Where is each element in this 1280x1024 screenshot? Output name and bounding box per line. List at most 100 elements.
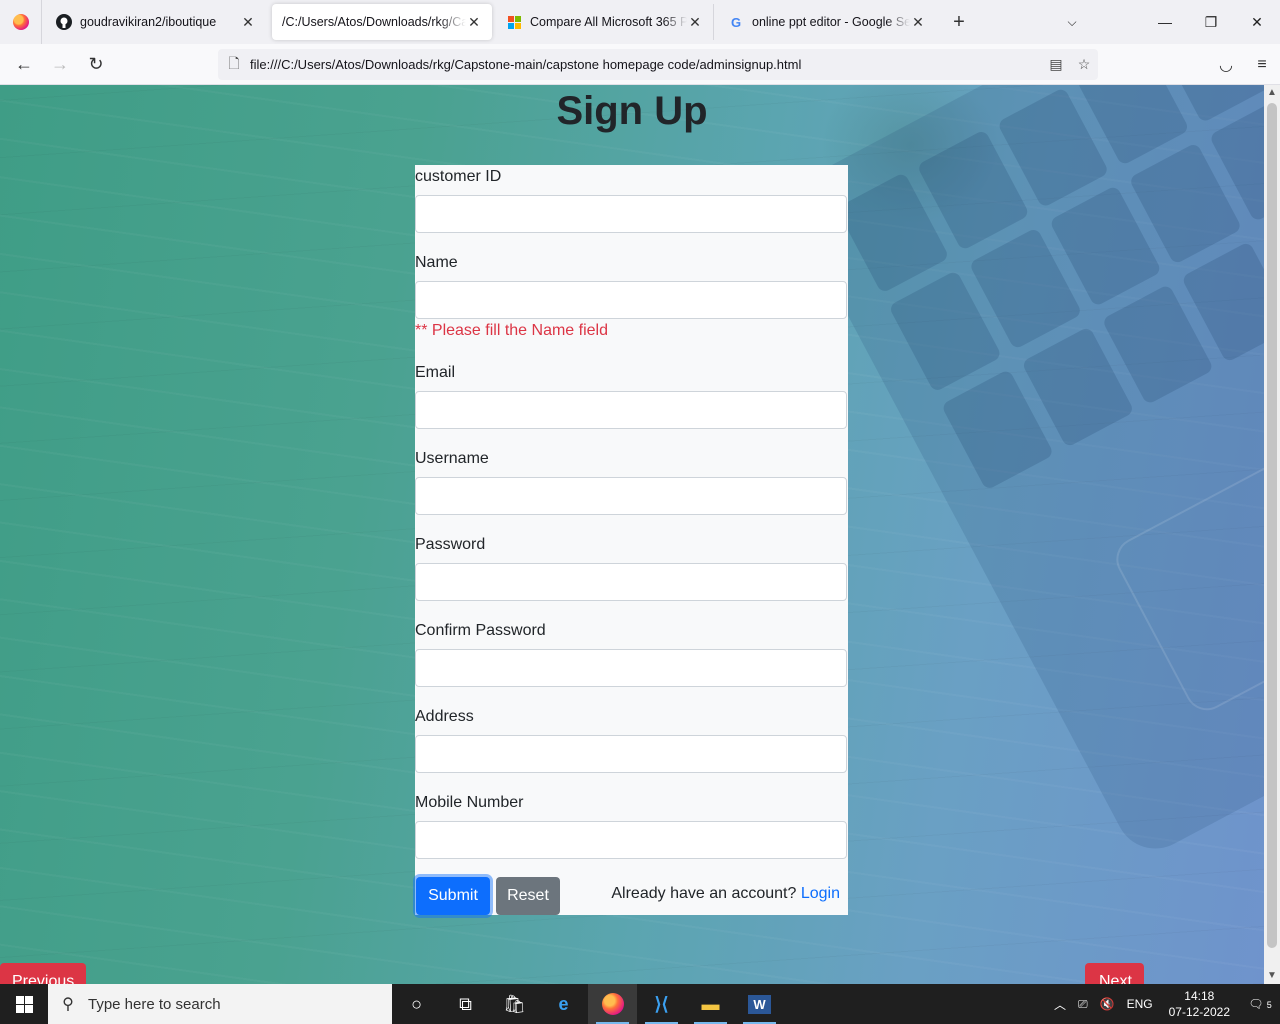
mobile-number-group: Mobile Number <box>415 791 848 859</box>
password-label: Password <box>415 536 486 553</box>
next-button[interactable]: Next <box>1085 963 1144 984</box>
system-tray: ︿ ⎚ 🔇 ENG 14:18 07-12-2022 🗨 5 <box>1048 984 1280 1024</box>
windows-icon <box>15 995 33 1013</box>
new-tab-icon[interactable]: + <box>944 11 974 34</box>
login-prompt-text: Already have an account? <box>611 885 797 902</box>
window-controls: ⌵ — ❐ ✕ <box>1042 0 1280 44</box>
minimize-icon[interactable]: — <box>1142 14 1188 30</box>
close-icon[interactable]: ✕ <box>910 14 926 31</box>
address-input[interactable] <box>415 735 847 773</box>
password-group: Password <box>415 533 848 601</box>
vscode-icon[interactable]: ⟩⟨ <box>637 984 686 1024</box>
tab-label: Compare All Microsoft 365 Plans <box>530 15 687 29</box>
submit-button[interactable]: Submit <box>416 877 490 915</box>
back-arrow-icon[interactable]: ← <box>6 48 42 80</box>
name-input[interactable] <box>415 281 847 319</box>
close-icon[interactable]: ✕ <box>240 14 256 31</box>
mobile-number-label: Mobile Number <box>415 794 524 811</box>
network-icon[interactable]: ⎚ <box>1072 997 1094 1012</box>
login-link[interactable]: Login <box>801 885 840 902</box>
clock[interactable]: 14:18 07-12-2022 <box>1159 988 1240 1020</box>
cortana-icon[interactable]: ○ <box>392 984 441 1024</box>
tab-adminsignup[interactable]: /C:/Users/Atos/Downloads/rkg/Cap ✕ <box>272 4 492 40</box>
tab-label: /C:/Users/Atos/Downloads/rkg/Cap <box>282 15 466 29</box>
confirm-password-input[interactable] <box>415 649 847 687</box>
firefox-view-button[interactable] <box>0 0 42 44</box>
scrollbar-thumb[interactable] <box>1267 103 1277 948</box>
address-bar[interactable]: 🗋 file:///C:/Users/Atos/Downloads/rkg/Ca… <box>218 49 1098 80</box>
taskbar-search[interactable]: ⚲ Type here to search <box>48 984 392 1024</box>
customer-id-label: customer ID <box>415 168 502 185</box>
search-placeholder: Type here to search <box>88 995 221 1013</box>
pocket-icon[interactable]: ◡ <box>1208 55 1244 75</box>
file-explorer-icon[interactable]: ▬ <box>686 984 735 1024</box>
address-label: Address <box>415 708 474 725</box>
customer-id-input[interactable] <box>415 195 847 233</box>
firefox-icon <box>12 14 29 30</box>
tab-bar: goudravikiran2/iboutique ✕ /C:/Users/Ato… <box>0 0 1280 44</box>
name-error-message: ** Please fill the Name field <box>415 322 608 339</box>
start-button[interactable] <box>0 984 48 1024</box>
reader-view-icon[interactable]: ▤ <box>1042 56 1070 73</box>
tab-microsoft[interactable]: Compare All Microsoft 365 Plans ✕ <box>496 4 714 40</box>
tab-google[interactable]: G online ppt editor - Google Search ✕ <box>718 4 936 40</box>
windows-taskbar: ⚲ Type here to search ○ ⧉ 🛍 e ⟩⟨ ▬ W ︿ ⎚… <box>0 984 1280 1024</box>
tab-github[interactable]: goudravikiran2/iboutique ✕ <box>46 4 266 40</box>
firefox-taskbar-icon[interactable] <box>588 984 637 1024</box>
reload-icon[interactable]: ↻ <box>78 48 114 80</box>
forward-arrow-icon[interactable]: → <box>42 48 78 80</box>
github-icon <box>56 14 72 30</box>
notification-count: 5 <box>1266 1000 1272 1010</box>
edge-icon[interactable]: e <box>539 984 588 1024</box>
close-icon[interactable]: ✕ <box>687 14 703 31</box>
login-prompt: Already have an account? Login <box>611 885 840 903</box>
email-label: Email <box>415 364 456 381</box>
store-icon[interactable]: 🛍 <box>490 984 539 1024</box>
scroll-up-icon[interactable]: ▲ <box>1264 85 1280 101</box>
page-title: Sign Up <box>556 89 708 133</box>
notification-center[interactable]: 🗨 5 <box>1240 997 1280 1011</box>
show-hidden-icons-icon[interactable]: ︿ <box>1048 996 1072 1013</box>
page-scrollbar[interactable]: ▲ ▼ <box>1264 85 1280 984</box>
close-window-icon[interactable]: ✕ <box>1234 14 1280 31</box>
scroll-down-icon[interactable]: ▼ <box>1264 968 1280 984</box>
page-icon: 🗋 <box>228 54 240 71</box>
microsoft-icon <box>506 14 522 30</box>
volume-muted-icon[interactable]: 🔇 <box>1094 997 1121 1011</box>
username-label: Username <box>415 450 489 467</box>
page-viewport: Sign Up customer ID Name ** Please fill … <box>0 85 1264 984</box>
close-icon[interactable]: ✕ <box>466 14 482 31</box>
word-icon[interactable]: W <box>735 984 784 1024</box>
url-text[interactable]: file:///C:/Users/Atos/Downloads/rkg/Caps… <box>250 57 1042 72</box>
address-group: Address <box>415 705 848 773</box>
restore-icon[interactable]: ❐ <box>1188 14 1234 31</box>
mobile-number-input[interactable] <box>415 821 847 859</box>
email-group: Email <box>415 361 848 429</box>
task-view-icon[interactable]: ⧉ <box>441 984 490 1024</box>
language-indicator[interactable]: ENG <box>1121 997 1159 1011</box>
bookmark-star-icon[interactable]: ☆ <box>1070 56 1098 73</box>
username-group: Username <box>415 447 848 515</box>
clock-date: 07-12-2022 <box>1168 1005 1230 1019</box>
previous-button[interactable]: Previous <box>0 963 86 984</box>
customer-id-group: customer ID <box>415 165 848 233</box>
name-label: Name <box>415 254 458 271</box>
username-input[interactable] <box>415 477 847 515</box>
toolbar-right: ◡ ≡ <box>1208 44 1280 85</box>
clock-time: 14:18 <box>1184 989 1215 1003</box>
reset-button[interactable]: Reset <box>496 877 560 915</box>
tab-label: online ppt editor - Google Search <box>752 15 910 29</box>
confirm-password-label: Confirm Password <box>415 622 546 639</box>
notification-icon: 🗨 <box>1248 997 1264 1011</box>
confirm-password-group: Confirm Password <box>415 619 848 687</box>
name-group: Name <box>415 251 848 319</box>
tab-label: goudravikiran2/iboutique <box>80 15 217 29</box>
password-input[interactable] <box>415 563 847 601</box>
list-all-tabs-icon[interactable]: ⌵ <box>1042 15 1102 30</box>
menu-icon[interactable]: ≡ <box>1244 56 1280 74</box>
email-input[interactable] <box>415 391 847 429</box>
signup-form: customer ID Name ** Please fill the Name… <box>415 165 848 915</box>
google-icon: G <box>730 14 742 30</box>
search-icon: ⚲ <box>62 996 74 1013</box>
navigation-toolbar: ← → ↻ 🗋 file:///C:/Users/Atos/Downloads/… <box>0 44 1280 85</box>
